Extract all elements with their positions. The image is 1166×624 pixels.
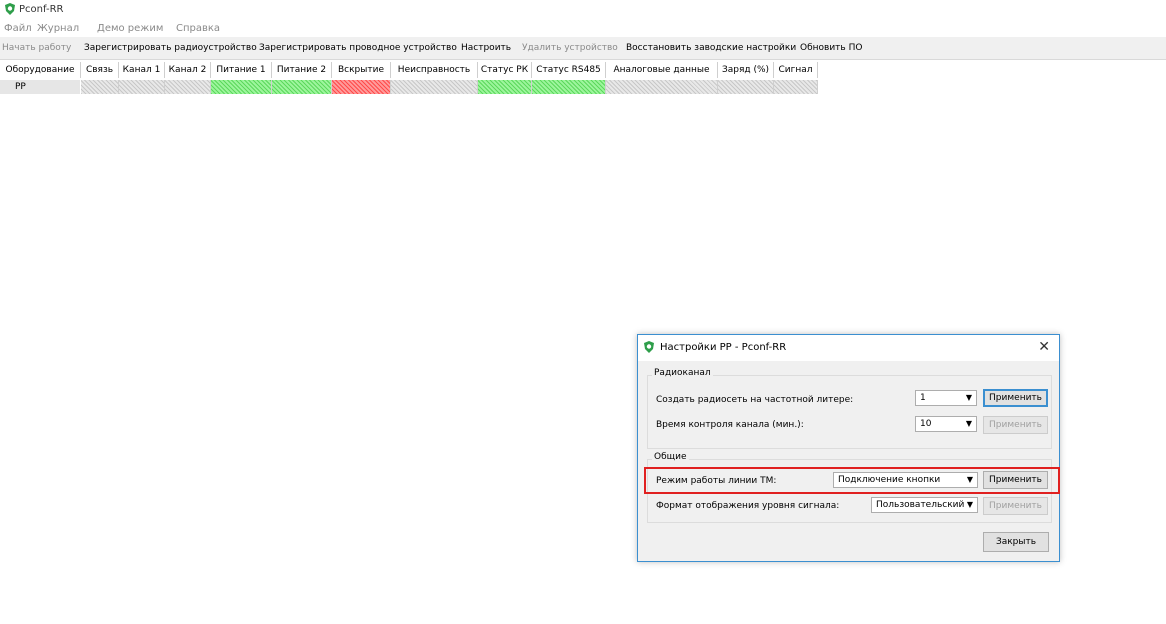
- col-fault[interactable]: Неисправность: [391, 62, 478, 78]
- cell-charge: [718, 80, 774, 94]
- table-row[interactable]: РР: [0, 80, 80, 94]
- tm-mode-value: Подключение кнопки: [838, 475, 941, 485]
- dropdown-arrow-icon: ▼: [966, 475, 973, 484]
- cell-status-rs485: [532, 80, 606, 94]
- col-link[interactable]: Связь: [81, 62, 119, 78]
- tm-mode-select[interactable]: Подключение кнопки ▼: [833, 472, 978, 488]
- signal-apply-button[interactable]: Применить: [983, 497, 1048, 515]
- signal-format-value: Пользовательский: [876, 500, 965, 510]
- signal-format-label: Формат отображения уровня сигнала:: [656, 501, 840, 511]
- freq-value: 1: [920, 393, 926, 403]
- window-title: Pconf-RR: [19, 4, 64, 15]
- menu-journal[interactable]: Журнал: [37, 23, 79, 34]
- radio-group: [647, 375, 1052, 449]
- cell-power2: [272, 80, 332, 94]
- cell-power1: [211, 80, 272, 94]
- radio-group-label: Радиоканал: [652, 368, 713, 378]
- menu-demo[interactable]: Демо режим: [97, 23, 163, 34]
- cell-channel2: [165, 80, 211, 94]
- window-titlebar: Pconf-RR: [0, 0, 1166, 20]
- col-power1[interactable]: Питание 1: [211, 62, 272, 78]
- factory-reset-button[interactable]: Восстановить заводские настройки: [626, 43, 796, 53]
- tm-apply-button[interactable]: Применить: [983, 471, 1048, 489]
- menu-bar: Файл Журнал Демо режим Справка: [0, 21, 1166, 37]
- col-analog[interactable]: Аналоговые данные: [606, 62, 718, 78]
- control-time-value: 10: [920, 419, 932, 429]
- register-wired-button[interactable]: Зарегистрировать проводное устройство: [259, 43, 457, 53]
- control-time-label: Время контроля канала (мин.):: [656, 420, 804, 430]
- cell-status-rk: [478, 80, 532, 94]
- app-shield-icon: [644, 341, 654, 353]
- col-channel1[interactable]: Канал 1: [119, 62, 165, 78]
- dropdown-arrow-icon: ▼: [966, 500, 973, 509]
- control-apply-button[interactable]: Применить: [983, 416, 1048, 434]
- col-signal[interactable]: Сигнал: [774, 62, 818, 78]
- delete-device-button[interactable]: Удалить устройство: [522, 43, 618, 53]
- dropdown-arrow-icon: ▼: [965, 419, 972, 428]
- col-equipment[interactable]: Оборудование: [0, 62, 81, 78]
- dialog-title: Настройки РР - Pconf-RR: [660, 342, 787, 353]
- col-tamper[interactable]: Вскрытие: [332, 62, 391, 78]
- signal-format-select[interactable]: Пользовательский ▼: [871, 497, 978, 513]
- freq-label: Создать радиосеть на частотной литере:: [656, 395, 854, 405]
- tm-mode-label: Режим работы линии ТМ:: [656, 476, 777, 486]
- cell-channel1: [119, 80, 165, 94]
- app-shield-icon: [5, 3, 15, 15]
- close-button[interactable]: Закрыть: [983, 532, 1049, 552]
- freq-select[interactable]: 1 ▼: [915, 390, 977, 406]
- menu-file[interactable]: Файл: [4, 23, 32, 34]
- col-channel2[interactable]: Канал 2: [165, 62, 211, 78]
- settings-dialog: Настройки РР - Pconf-RR ✕ Радиоканал Соз…: [637, 334, 1060, 562]
- close-icon[interactable]: ✕: [1038, 339, 1050, 355]
- menu-help[interactable]: Справка: [176, 23, 220, 34]
- device-name: РР: [15, 82, 26, 92]
- configure-button[interactable]: Настроить: [461, 43, 511, 53]
- col-status-rs485[interactable]: Статус RS485: [532, 62, 606, 78]
- cell-analog: [606, 80, 718, 94]
- cell-tamper: [332, 80, 391, 94]
- common-group-label: Общие: [652, 452, 689, 462]
- toolbar: Начать работу Зарегистрировать радиоустр…: [0, 37, 1166, 60]
- dialog-titlebar[interactable]: Настройки РР - Pconf-RR ✕: [638, 335, 1059, 361]
- col-status-rk[interactable]: Статус РК: [478, 62, 532, 78]
- update-firmware-button[interactable]: Обновить ПО: [800, 43, 862, 53]
- cell-link: [81, 80, 119, 94]
- cell-signal: [774, 80, 818, 94]
- register-radio-button[interactable]: Зарегистрировать радиоустройство: [84, 43, 257, 53]
- control-time-select[interactable]: 10 ▼: [915, 416, 977, 432]
- freq-apply-button[interactable]: Применить: [983, 389, 1048, 407]
- cell-fault: [391, 80, 478, 94]
- start-work-button[interactable]: Начать работу: [2, 43, 71, 53]
- col-power2[interactable]: Питание 2: [272, 62, 332, 78]
- col-charge[interactable]: Заряд (%): [718, 62, 774, 78]
- dropdown-arrow-icon: ▼: [965, 393, 972, 402]
